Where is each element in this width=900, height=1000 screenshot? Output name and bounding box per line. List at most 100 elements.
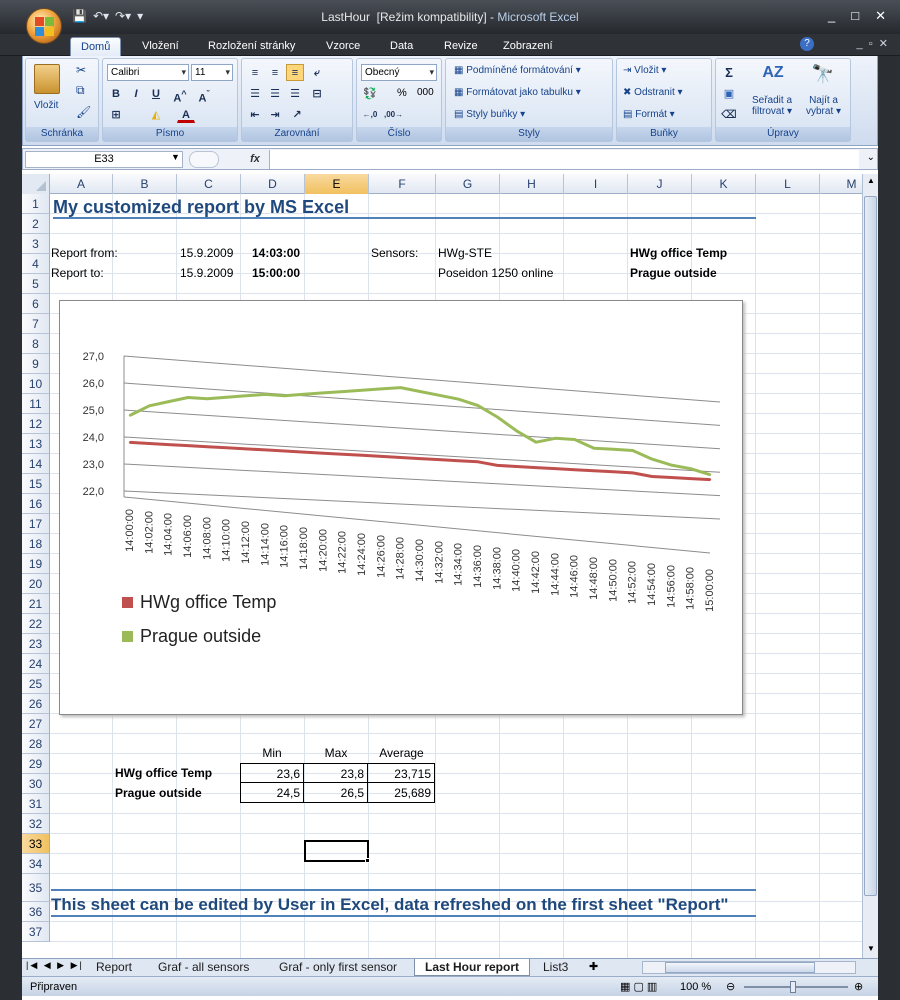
report-to-date[interactable]: 15.9.2009: [180, 263, 233, 283]
expand-formula-bar-icon[interactable]: ⌄: [867, 152, 875, 163]
paste-button[interactable]: Vložit: [34, 100, 58, 111]
row-header-3[interactable]: 3: [22, 234, 50, 254]
column-header-D[interactable]: D: [241, 174, 305, 194]
row-header-4[interactable]: 4: [22, 254, 50, 274]
row-header-22[interactable]: 22: [22, 614, 50, 634]
stats-min[interactable]: 24,5: [240, 783, 304, 803]
autosum-icon[interactable]: Σ: [720, 64, 738, 81]
insert-cells-button[interactable]: ⇥ Vložit ▾: [623, 65, 666, 76]
column-header-C[interactable]: C: [177, 174, 241, 194]
report-from-time[interactable]: 14:03:00: [252, 243, 300, 263]
sheet-tab-report[interactable]: Report: [96, 959, 132, 976]
help-icon[interactable]: ?: [800, 37, 814, 51]
name-box[interactable]: E33: [25, 151, 183, 168]
sort-filter-icon[interactable]: AZ: [760, 64, 786, 88]
row-header-29[interactable]: 29: [22, 754, 50, 774]
row-header-10[interactable]: 10: [22, 374, 50, 394]
bold-button[interactable]: B: [107, 85, 125, 102]
row-header-8[interactable]: 8: [22, 334, 50, 354]
tab-data[interactable]: Data: [380, 37, 423, 56]
row-header-11[interactable]: 11: [22, 394, 50, 414]
format-painter-icon[interactable]: 🖌: [76, 105, 91, 119]
decrease-decimal-icon[interactable]: ,00→: [383, 106, 403, 123]
column-header-J[interactable]: J: [628, 174, 692, 194]
stats-header-average[interactable]: Average: [368, 743, 435, 763]
row-header-33[interactable]: 33: [22, 834, 50, 854]
grow-font-icon[interactable]: A^: [171, 85, 189, 105]
font-color-icon[interactable]: A: [177, 106, 195, 123]
row-header-15[interactable]: 15: [22, 474, 50, 494]
row-header-20[interactable]: 20: [22, 574, 50, 594]
minimize-icon[interactable]: _: [828, 8, 835, 24]
row-header-13[interactable]: 13: [22, 434, 50, 454]
office-button[interactable]: [26, 8, 62, 44]
align-center-icon[interactable]: ☰: [266, 85, 284, 102]
stats-average[interactable]: 23,715: [368, 763, 435, 783]
column-header-B[interactable]: B: [113, 174, 177, 194]
column-header-G[interactable]: G: [436, 174, 500, 194]
zoom-level[interactable]: 100 %: [680, 977, 711, 997]
tab-page-layout[interactable]: Rozložení stránky: [198, 37, 305, 56]
sensors-label[interactable]: Sensors:: [371, 243, 418, 263]
row-header-17[interactable]: 17: [22, 514, 50, 534]
align-top-icon[interactable]: ≡: [246, 64, 264, 81]
row-header-25[interactable]: 25: [22, 674, 50, 694]
maximize-icon[interactable]: □: [851, 8, 859, 24]
report-from-label[interactable]: Report from:: [51, 243, 118, 263]
formula-input[interactable]: [269, 150, 859, 169]
sensor2-device[interactable]: Poseidon 1250 online: [438, 263, 553, 283]
sheet-tab-graf-first[interactable]: Graf - only first sensor: [279, 959, 397, 976]
column-header-I[interactable]: I: [564, 174, 628, 194]
row-header-32[interactable]: 32: [22, 814, 50, 834]
row-header-37[interactable]: 37: [22, 922, 50, 942]
increase-decimal-icon[interactable]: ←,0: [361, 106, 379, 123]
stats-min[interactable]: 23,6: [240, 763, 304, 783]
orientation-icon[interactable]: ↗: [288, 106, 306, 123]
wrap-text-icon[interactable]: ⤶: [308, 64, 326, 81]
cut-icon[interactable]: ✂: [76, 63, 86, 77]
fill-handle[interactable]: [365, 858, 370, 863]
zoom-slider[interactable]: [744, 981, 848, 993]
format-cells-button[interactable]: ▤ Formát ▾: [623, 109, 675, 120]
tab-formulas[interactable]: Vzorce: [316, 37, 370, 56]
row-header-7[interactable]: 7: [22, 314, 50, 334]
sort-filter-button[interactable]: Seřadit a filtrovat ▾: [752, 95, 792, 117]
row-header-16[interactable]: 16: [22, 494, 50, 514]
tab-home[interactable]: Domů: [70, 37, 122, 56]
close-icon[interactable]: ✕: [875, 8, 886, 24]
ribbon-window-controls[interactable]: _ ▫ ✕: [857, 37, 888, 50]
increase-indent-icon[interactable]: ⇥: [266, 106, 284, 123]
report-to-time[interactable]: 15:00:00: [252, 263, 300, 283]
tab-insert[interactable]: Vložení: [132, 37, 189, 56]
delete-cells-button[interactable]: ✖ Odstranit ▾: [623, 87, 683, 98]
align-bottom-icon[interactable]: ≡: [286, 64, 304, 81]
row-header-36[interactable]: 36: [22, 902, 50, 922]
align-right-icon[interactable]: ☰: [286, 85, 304, 102]
number-format-select[interactable]: Obecný: [361, 64, 437, 81]
scroll-down-icon[interactable]: ▼: [865, 944, 877, 956]
tab-view[interactable]: Zobrazení: [493, 37, 563, 56]
borders-icon[interactable]: ⊞: [107, 106, 125, 123]
conditional-formatting-button[interactable]: ▦ Podmíněné formátování ▾: [454, 65, 581, 76]
scroll-up-icon[interactable]: ▲: [865, 176, 877, 188]
currency-icon[interactable]: 💱: [361, 85, 379, 102]
scroll-thumb[interactable]: [864, 196, 877, 896]
row-header-27[interactable]: 27: [22, 714, 50, 734]
report-from-date[interactable]: 15.9.2009: [180, 243, 233, 263]
view-buttons[interactable]: ▦ ▢ ▥: [620, 977, 657, 997]
report-to-label[interactable]: Report to:: [51, 263, 104, 283]
vertical-scrollbar[interactable]: ▲ ▼: [862, 174, 878, 958]
row-header-14[interactable]: 14: [22, 454, 50, 474]
underline-button[interactable]: U: [147, 85, 165, 102]
find-select-button[interactable]: Najít a vybrat ▾: [806, 95, 841, 117]
column-header-F[interactable]: F: [369, 174, 436, 194]
row-header-1[interactable]: 1: [22, 194, 50, 214]
row-header-26[interactable]: 26: [22, 694, 50, 714]
insert-function-button[interactable]: fx: [245, 151, 265, 168]
row-header-24[interactable]: 24: [22, 654, 50, 674]
row-header-30[interactable]: 30: [22, 774, 50, 794]
cell-styles-button[interactable]: ▤ Styly buňky ▾: [454, 109, 525, 120]
row-header-28[interactable]: 28: [22, 734, 50, 754]
sensor1-device[interactable]: HWg-STE: [438, 243, 492, 263]
row-header-19[interactable]: 19: [22, 554, 50, 574]
